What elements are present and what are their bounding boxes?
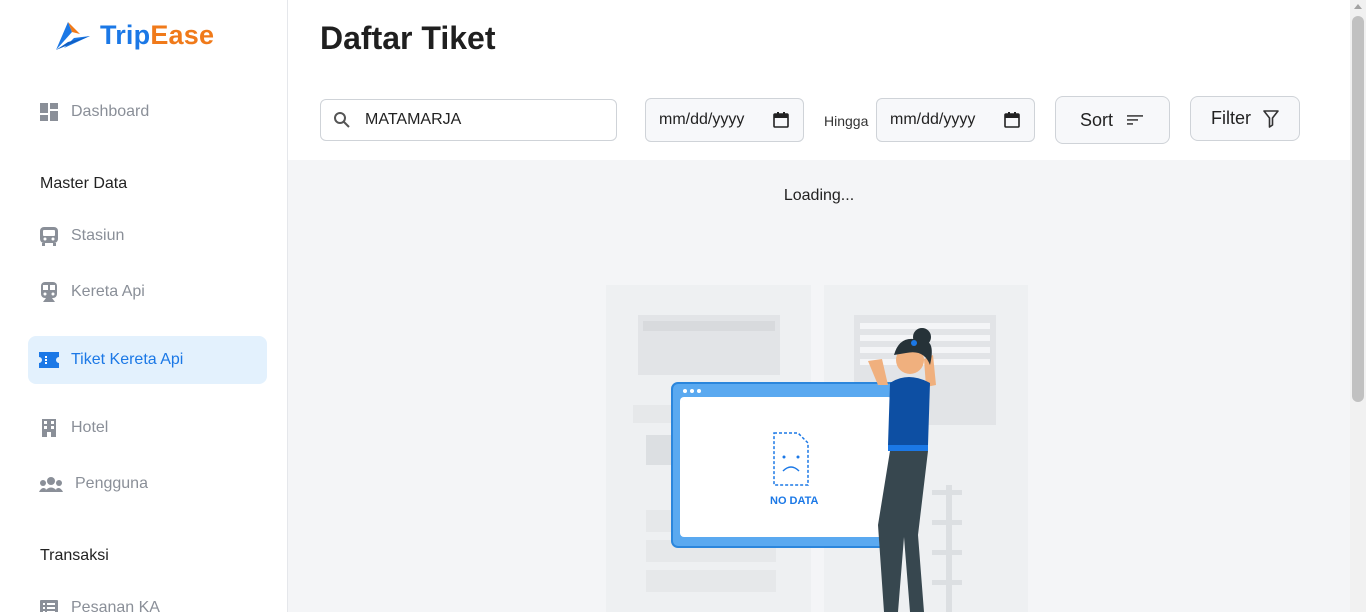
filter-button[interactable]: Filter xyxy=(1190,96,1300,141)
sidebar-item-label: Pengguna xyxy=(75,475,148,492)
main-content: Daftar Tiket mm/dd/yyyy Hingga mm/dd/yyy… xyxy=(288,0,1350,612)
sidebar-item-label: Hotel xyxy=(71,419,109,436)
building-icon xyxy=(39,418,59,438)
sidebar-item-label: Tiket Kereta Api xyxy=(71,351,184,368)
calendar-icon[interactable] xyxy=(773,112,789,128)
search-icon xyxy=(334,112,350,128)
sidebar-item-pesanan-ka[interactable]: Pesanan KA xyxy=(28,584,267,612)
date-to-placeholder: mm/dd/yyyy xyxy=(890,111,976,128)
sidebar-item-label: Dashboard xyxy=(71,103,150,120)
calendar-icon[interactable] xyxy=(1004,112,1020,128)
sort-icon xyxy=(1127,115,1143,125)
list-icon xyxy=(39,598,59,612)
brand-logo[interactable]: TripEase xyxy=(54,18,214,52)
sidebar-item-label: Pesanan KA xyxy=(71,599,160,612)
scroll-up-arrow-icon[interactable] xyxy=(1354,4,1362,9)
loading-text: Loading... xyxy=(783,187,855,204)
sidebar-item-pengguna[interactable]: Pengguna xyxy=(28,460,267,508)
sidebar-item-stasiun[interactable]: Stasiun xyxy=(28,212,267,260)
section-transaksi: Transaksi xyxy=(40,547,109,564)
search-input[interactable] xyxy=(365,111,605,129)
sidebar: TripEase Dashboard Master Data Stasiun K… xyxy=(0,0,288,612)
ticket-icon xyxy=(39,350,59,370)
toolbar: mm/dd/yyyy Hingga mm/dd/yyyy Sort Filter xyxy=(288,88,1350,160)
train-icon xyxy=(39,282,59,302)
bus-icon xyxy=(39,226,59,246)
page-scrollbar[interactable] xyxy=(1350,0,1366,612)
section-master-data: Master Data xyxy=(40,175,128,192)
dashboard-icon xyxy=(39,102,59,122)
date-to-field[interactable]: mm/dd/yyyy xyxy=(876,98,1035,142)
ticket-list-area: Loading... NO DATA xyxy=(288,160,1350,612)
sidebar-item-tiket-kereta-api[interactable]: Tiket Kereta Api xyxy=(28,336,267,384)
sort-label: Sort xyxy=(1079,109,1113,130)
filter-label: Filter xyxy=(1211,108,1251,128)
sidebar-item-label: Stasiun xyxy=(71,227,125,244)
sidebar-item-dashboard[interactable]: Dashboard xyxy=(28,88,267,136)
app-root: TripEase Dashboard Master Data Stasiun K… xyxy=(0,0,1366,612)
users-icon xyxy=(39,474,63,494)
logo-icon xyxy=(56,22,90,50)
date-from-field[interactable]: mm/dd/yyyy xyxy=(645,98,804,142)
scroll-thumb[interactable] xyxy=(1352,16,1364,402)
no-data-illustration: NO DATA xyxy=(606,285,1028,612)
search-field[interactable] xyxy=(320,99,617,141)
date-from-placeholder: mm/dd/yyyy xyxy=(659,111,745,128)
sort-button[interactable]: Sort xyxy=(1055,96,1170,144)
page-title: Daftar Tiket xyxy=(320,20,496,56)
filter-icon xyxy=(1263,109,1279,128)
brand-name: TripEase xyxy=(100,19,215,50)
sidebar-item-hotel[interactable]: Hotel xyxy=(28,404,267,452)
no-data-label: NO DATA xyxy=(770,495,819,507)
hingga-label: Hingga xyxy=(824,113,869,129)
sidebar-item-label: Kereta Api xyxy=(71,283,145,300)
sidebar-item-kereta-api[interactable]: Kereta Api xyxy=(28,268,267,316)
